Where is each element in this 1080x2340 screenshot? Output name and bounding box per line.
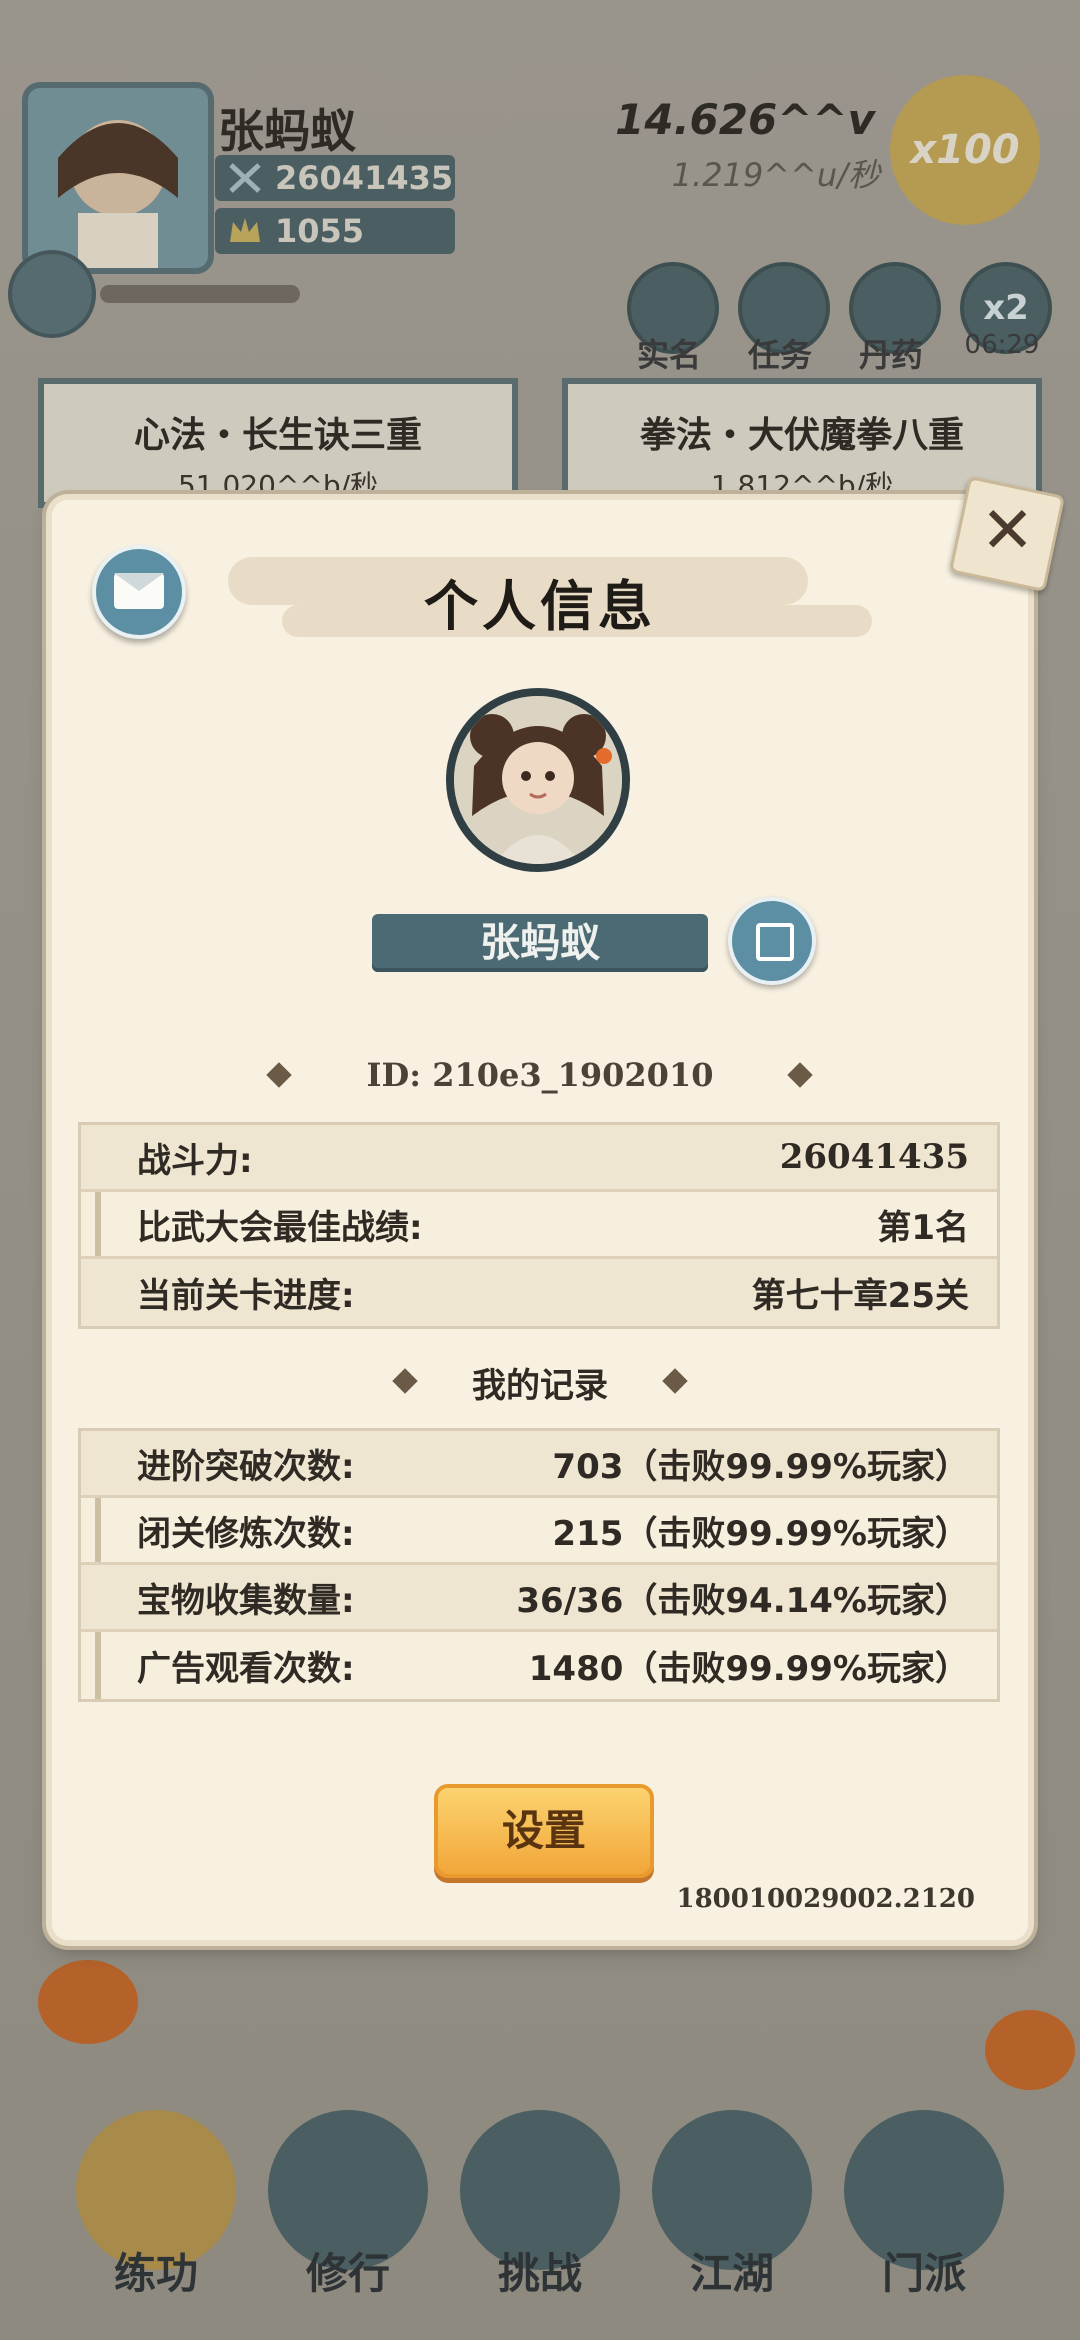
profile-portrait[interactable] (446, 688, 630, 872)
record-value: 215（击败99.99%玩家） (552, 1513, 969, 1554)
stats-table: 战斗力: 26041435 比武大会最佳战绩: 第1名 当前关卡进度: 第七十章… (78, 1122, 1000, 1329)
stat-value: 第1名 (877, 1207, 969, 1248)
record-label: 广告观看次数: (137, 1649, 355, 1689)
stat-label: 战斗力: (137, 1140, 253, 1181)
stat-value: 26041435 (779, 1137, 969, 1177)
table-row: 广告观看次数: 1480（击败99.99%玩家） (81, 1632, 997, 1699)
table-row: 闭关修炼次数: 215（击败99.99%玩家） (81, 1498, 997, 1565)
record-label: 进阶突破次数: (137, 1446, 355, 1487)
profile-name: 张蚂蚁 (480, 920, 600, 966)
character-portrait-icon (454, 696, 622, 864)
record-label: 宝物收集数量: (137, 1580, 355, 1621)
records-table: 进阶突破次数: 703（击败99.99%玩家） 闭关修炼次数: 215（击败99… (78, 1428, 1000, 1702)
edit-name-button[interactable] (728, 897, 816, 985)
record-value: 1480（击败99.99%玩家） (528, 1649, 969, 1689)
records-title: 我的记录 (472, 1366, 608, 1406)
settings-label: 设置 (501, 1806, 586, 1855)
table-row: 比武大会最佳战绩: 第1名 (81, 1192, 997, 1259)
stat-label: 当前关卡进度: (137, 1276, 355, 1316)
record-label: 闭关修炼次数: (137, 1513, 355, 1554)
stat-value: 第七十章25关 (751, 1276, 969, 1316)
record-value: 703（击败99.99%玩家） (552, 1446, 969, 1487)
table-row: 当前关卡进度: 第七十章25关 (81, 1259, 997, 1326)
settings-button[interactable]: 设置 (434, 1784, 654, 1878)
table-row: 战斗力: 26041435 (81, 1125, 997, 1192)
close-icon: ✕ (980, 494, 1035, 569)
name-plate: 张蚂蚁 (372, 914, 708, 972)
modal-title: 个人信息 (424, 575, 656, 638)
version-text: 180010029002.2120 (676, 1884, 975, 1914)
table-row: 进阶突破次数: 703（击败99.99%玩家） (81, 1431, 997, 1498)
table-row: 宝物收集数量: 36/36（击败94.14%玩家） (81, 1565, 997, 1632)
stat-label: 比武大会最佳战绩: (137, 1207, 423, 1248)
player-id: ID: 210e3_1902010 (366, 1056, 714, 1094)
record-value: 36/36（击败94.14%玩家） (516, 1580, 969, 1621)
edit-icon (756, 923, 794, 961)
